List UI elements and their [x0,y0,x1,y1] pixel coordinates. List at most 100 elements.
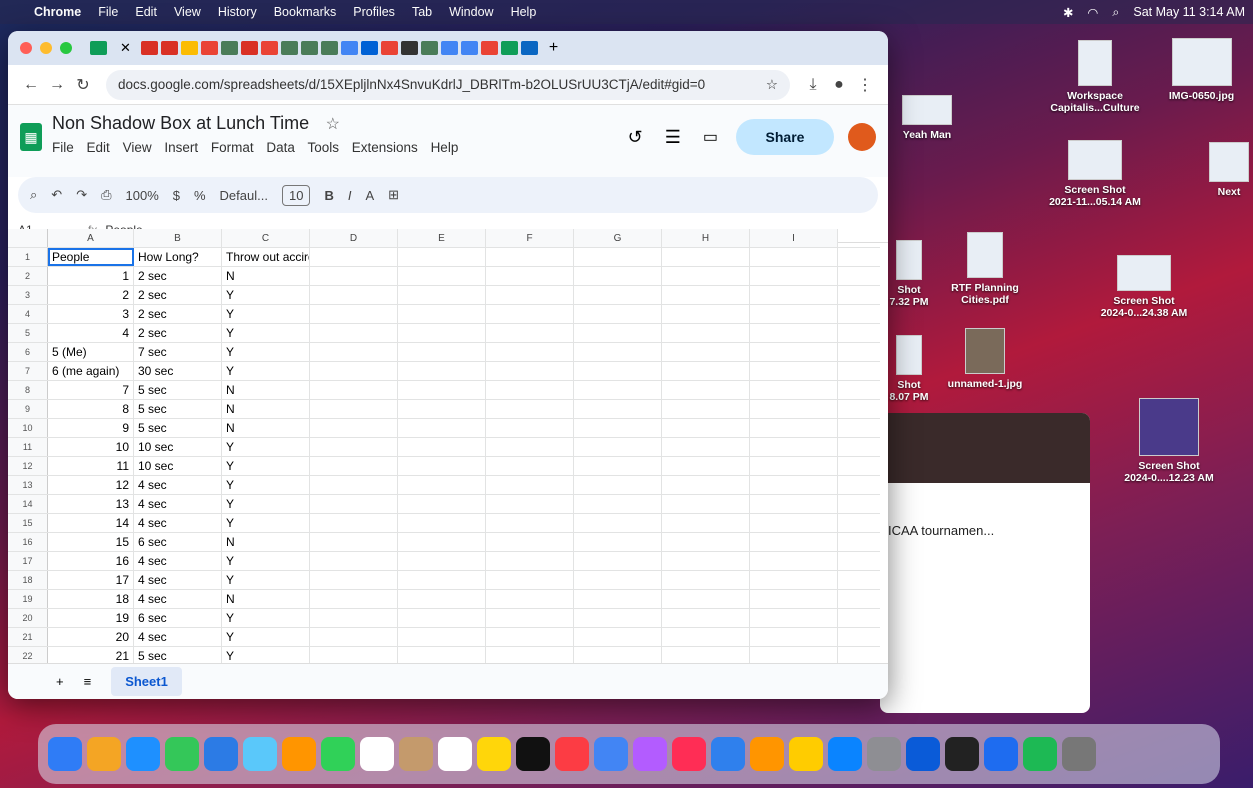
cell[interactable] [662,628,750,646]
cell[interactable]: 4 sec [134,571,222,589]
cell[interactable] [662,305,750,323]
menu-edit[interactable]: Edit [135,5,157,19]
cell[interactable] [310,533,398,551]
cell[interactable]: Y [222,362,310,380]
zoom-select[interactable]: 100% [126,188,159,203]
tab-google-icon[interactable] [440,41,458,55]
profile-icon[interactable]: ● [826,76,852,94]
tab-google-icon[interactable] [460,41,478,55]
download-icon[interactable]: ⤓ [800,76,826,94]
cell[interactable] [750,324,838,342]
cell[interactable]: N [222,590,310,608]
cell[interactable]: 2 sec [134,324,222,342]
clock[interactable]: Sat May 11 3:14 AM [1133,5,1245,19]
cell[interactable] [486,248,574,266]
cell[interactable] [574,590,662,608]
cell[interactable] [662,362,750,380]
cell[interactable] [310,457,398,475]
tv-icon[interactable] [516,737,550,771]
cell[interactable] [486,267,574,285]
cell[interactable] [574,419,662,437]
cell[interactable] [662,457,750,475]
messages-icon[interactable] [165,737,199,771]
tab-box-icon[interactable] [360,41,378,55]
finder-icon[interactable] [48,737,82,771]
row-number[interactable]: 2 [8,267,48,285]
cell[interactable]: Y [222,571,310,589]
meet-icon[interactable]: ▭ [703,127,718,147]
cell[interactable]: 4 sec [134,552,222,570]
row-number[interactable]: 6 [8,343,48,361]
sheets-menu-format[interactable]: Format [211,140,254,155]
cell[interactable] [310,248,398,266]
cell[interactable] [486,590,574,608]
cell[interactable] [574,533,662,551]
forward-icon[interactable]: → [44,76,70,94]
cell[interactable] [310,476,398,494]
cell[interactable]: 4 sec [134,495,222,513]
bookmark-star-icon[interactable]: ☆ [766,77,778,93]
menu-help[interactable]: Help [511,5,537,19]
cell[interactable] [750,609,838,627]
row-number[interactable]: 7 [8,362,48,380]
cell[interactable] [574,514,662,532]
corner-cell[interactable] [8,229,48,247]
cell[interactable] [310,495,398,513]
cell[interactable] [310,267,398,285]
cell[interactable]: Y [222,324,310,342]
tab-gmail-icon[interactable] [240,41,258,55]
cell[interactable] [750,248,838,266]
cell[interactable] [662,609,750,627]
column-header-e[interactable]: E [398,229,486,247]
cell[interactable]: 9 [48,419,134,437]
text-color-button[interactable]: A [365,188,374,203]
cell[interactable]: Y [222,495,310,513]
star-icon[interactable]: ☆ [326,116,340,133]
cell[interactable] [574,552,662,570]
cell[interactable]: People [48,248,134,266]
cell[interactable]: 10 sec [134,438,222,456]
cell[interactable]: 4 sec [134,628,222,646]
cell[interactable]: 4 sec [134,476,222,494]
cell[interactable] [310,590,398,608]
cell[interactable] [750,552,838,570]
cell[interactable]: 2 sec [134,267,222,285]
tab-icon[interactable] [200,41,218,55]
cell[interactable] [398,476,486,494]
cell[interactable]: 11 [48,457,134,475]
redo-icon[interactable]: ↷ [76,187,87,203]
cell[interactable] [574,324,662,342]
sheets-menu-tools[interactable]: Tools [307,140,339,155]
cell[interactable] [398,438,486,456]
cell[interactable]: 1 [48,267,134,285]
cell[interactable] [662,248,750,266]
numbers-icon[interactable] [711,737,745,771]
cell[interactable] [398,609,486,627]
cell[interactable]: Y [222,457,310,475]
cell[interactable] [486,514,574,532]
cell[interactable] [662,476,750,494]
cell[interactable] [486,286,574,304]
mail-icon[interactable] [204,737,238,771]
comments-icon[interactable]: ☰ [665,127,681,148]
cell[interactable] [486,400,574,418]
desktop-icon[interactable]: Screen Shot 2021-11...05.14 AM [1040,140,1150,208]
cell[interactable] [574,400,662,418]
sheets-menu-view[interactable]: View [123,140,152,155]
accessibility-icon[interactable] [906,737,940,771]
cell[interactable] [750,457,838,475]
cell[interactable]: 30 sec [134,362,222,380]
cell[interactable] [574,476,662,494]
cell[interactable] [750,571,838,589]
cell[interactable] [310,343,398,361]
cell[interactable]: Throw out accirdingly [222,248,310,266]
cell[interactable] [574,305,662,323]
column-header-b[interactable]: B [134,229,222,247]
photos-icon[interactable] [282,737,316,771]
cell[interactable]: 4 sec [134,514,222,532]
tab-icon[interactable] [220,41,238,55]
desktop-icon[interactable]: Screen Shot 2024-0...24.38 AM [1085,255,1203,319]
cell[interactable] [398,286,486,304]
cell[interactable] [662,533,750,551]
cell[interactable]: 4 sec [134,590,222,608]
